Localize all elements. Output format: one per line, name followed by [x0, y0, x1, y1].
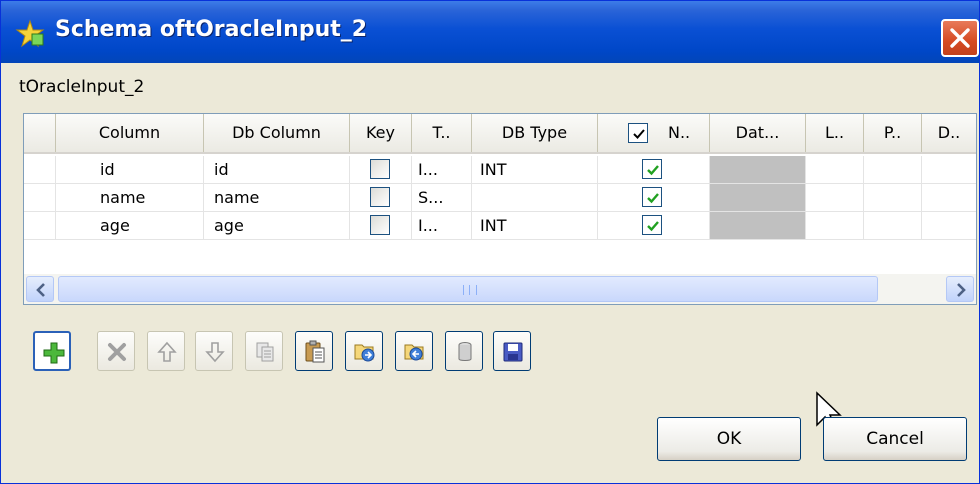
move-up-icon [157, 341, 177, 362]
nullable-checkbox[interactable] [642, 187, 662, 207]
header-nullable[interactable]: N.. [598, 114, 710, 152]
move-down-icon [205, 342, 225, 363]
row-selector[interactable] [24, 184, 56, 212]
date-pattern-cell [710, 212, 806, 240]
import-button[interactable] [345, 331, 383, 371]
type-cell[interactable]: S... [412, 184, 472, 212]
header-row-selector [24, 114, 56, 152]
key-cell[interactable] [350, 212, 412, 240]
column-cell[interactable]: name [56, 184, 204, 212]
table-row[interactable]: age age I... INT [24, 212, 976, 240]
scroll-thumb[interactable] [58, 276, 878, 302]
save-button[interactable] [493, 331, 531, 371]
db-type-cell[interactable]: INT [472, 212, 598, 240]
db-column-cell[interactable]: id [204, 156, 350, 184]
paste-icon [305, 340, 325, 363]
default-cell[interactable] [922, 156, 976, 184]
table-header: Column Db Column Key T.. DB Type N.. Dat… [24, 114, 976, 154]
nullable-cell[interactable] [598, 184, 710, 212]
title-bar[interactable]: Schema oftOracleInput_2 [1, 1, 979, 63]
save-icon [503, 342, 523, 362]
column-cell[interactable]: id [56, 156, 204, 184]
move-down-button[interactable] [195, 331, 233, 371]
key-cell[interactable] [350, 184, 412, 212]
add-icon [43, 342, 65, 364]
header-length[interactable]: L.. [806, 114, 864, 152]
length-cell[interactable] [806, 156, 864, 184]
checkmark-icon [633, 129, 645, 139]
checkmark-icon [647, 221, 659, 232]
schema-dialog: Schema oftOracleInput_2 tOracleInput_2 C… [0, 0, 980, 484]
export-icon [404, 344, 424, 361]
cancel-button[interactable]: Cancel [823, 417, 967, 461]
length-cell[interactable] [806, 184, 864, 212]
default-cell[interactable] [922, 212, 976, 240]
arrow-left-icon [36, 283, 45, 297]
add-button[interactable] [33, 331, 71, 371]
arrow-right-icon [957, 283, 966, 297]
grip-icon [463, 285, 477, 295]
schema-toolbar [33, 331, 653, 371]
type-cell[interactable]: I... [412, 156, 472, 184]
nullable-cell[interactable] [598, 212, 710, 240]
import-icon [354, 344, 375, 362]
header-default[interactable]: D.. [922, 114, 976, 152]
header-type[interactable]: T.. [412, 114, 472, 152]
scroll-left-button[interactable] [26, 276, 54, 302]
db-column-cell[interactable]: name [204, 184, 350, 212]
header-precision[interactable]: P.. [864, 114, 922, 152]
nullable-checkbox[interactable] [642, 215, 662, 235]
header-db-type[interactable]: DB Type [472, 114, 598, 152]
precision-cell[interactable] [864, 184, 922, 212]
select-all-nullable-checkbox[interactable] [628, 123, 648, 143]
header-nullable-label: N.. [668, 123, 691, 142]
header-date-pattern[interactable]: Dat... [710, 114, 806, 152]
header-column[interactable]: Column [56, 114, 204, 152]
length-cell[interactable] [806, 212, 864, 240]
schema-table[interactable]: Column Db Column Key T.. DB Type N.. Dat… [23, 113, 977, 305]
retrieve-schema-button[interactable] [445, 331, 483, 371]
paste-button[interactable] [295, 331, 333, 371]
key-checkbox[interactable] [370, 159, 390, 179]
schema-icon [15, 19, 45, 49]
db-type-cell[interactable] [472, 184, 598, 212]
close-icon [950, 28, 970, 48]
type-cell[interactable]: I... [412, 212, 472, 240]
export-button[interactable] [395, 331, 433, 371]
component-name-label: tOracleInput_2 [19, 77, 145, 97]
row-selector[interactable] [24, 156, 56, 184]
move-up-button[interactable] [147, 331, 185, 371]
close-button[interactable] [941, 19, 979, 57]
header-key[interactable]: Key [350, 114, 412, 152]
remove-button[interactable] [97, 331, 135, 371]
default-cell[interactable] [922, 184, 976, 212]
date-pattern-cell [710, 156, 806, 184]
key-checkbox[interactable] [370, 187, 390, 207]
nullable-checkbox[interactable] [642, 159, 662, 179]
scroll-right-button[interactable] [946, 276, 974, 302]
remove-icon [108, 343, 126, 361]
table-row[interactable]: name name S... [24, 184, 976, 212]
table-row[interactable]: id id I... INT [24, 156, 976, 184]
precision-cell[interactable] [864, 212, 922, 240]
window-title: Schema oftOracleInput_2 [55, 17, 368, 42]
header-db-column[interactable]: Db Column [204, 114, 350, 152]
date-pattern-cell [710, 184, 806, 212]
db-column-cell[interactable]: age [204, 212, 350, 240]
column-cell[interactable]: age [56, 212, 204, 240]
checkmark-icon [647, 165, 659, 176]
row-selector[interactable] [24, 212, 56, 240]
precision-cell[interactable] [864, 156, 922, 184]
copy-button[interactable] [245, 331, 283, 371]
horizontal-scrollbar[interactable] [24, 274, 976, 304]
ok-button[interactable]: OK [657, 417, 801, 461]
db-type-cell[interactable]: INT [472, 156, 598, 184]
nullable-cell[interactable] [598, 156, 710, 184]
database-icon [458, 342, 472, 361]
key-checkbox[interactable] [370, 215, 390, 235]
copy-icon [256, 342, 274, 362]
key-cell[interactable] [350, 156, 412, 184]
checkmark-icon [647, 193, 659, 204]
